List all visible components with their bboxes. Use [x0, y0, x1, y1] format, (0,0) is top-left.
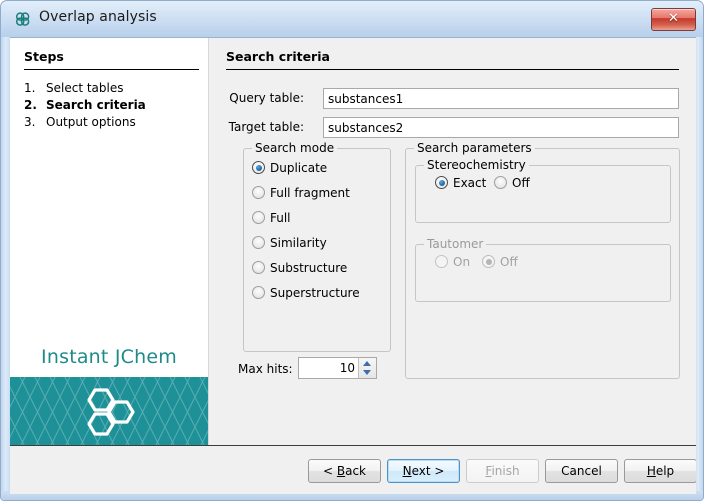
search-parameters-group: Search parameters Stereochemistry Exact … — [405, 148, 680, 379]
back-button[interactable]: < Back — [308, 459, 381, 483]
search-parameters-title: Search parameters — [414, 141, 535, 155]
steps-sidebar: Steps 1.Select tables 2.Search criteria … — [10, 38, 208, 445]
step-number: 1. — [24, 80, 46, 97]
radio-superstructure[interactable]: Superstructure — [252, 284, 360, 302]
steps-heading: Steps — [24, 49, 64, 64]
query-table-input[interactable] — [323, 88, 679, 109]
radio-indicator-icon — [435, 255, 448, 268]
radio-stereo-exact[interactable]: Exact — [435, 174, 486, 192]
radio-label: Superstructure — [270, 286, 360, 300]
step-number: 2. — [24, 97, 46, 114]
step-item-2[interactable]: 2.Search criteria — [24, 97, 204, 114]
stepper-down-icon[interactable] — [363, 370, 371, 375]
cancel-mnemonic: C — [561, 464, 569, 478]
stereochemistry-title: Stereochemistry — [424, 158, 529, 172]
search-criteria-panel: Search criteria Query table: Target tabl… — [209, 38, 696, 445]
back-post: ack — [345, 464, 366, 478]
radio-indicator-icon — [252, 286, 265, 299]
dialog-footer: < Back Next > Finish Cancel Help — [10, 446, 696, 494]
stepper-buttons[interactable] — [358, 358, 376, 378]
back-pre: < — [323, 464, 337, 478]
help-post: elp — [656, 464, 674, 478]
page-title: Search criteria — [226, 49, 330, 64]
target-table-input[interactable] — [323, 117, 679, 138]
title-bar[interactable]: Overlap analysis ✕ — [1, 1, 704, 37]
page-title-divider — [226, 69, 679, 70]
close-button[interactable]: ✕ — [651, 8, 696, 31]
radio-tautomer-off: Off — [482, 253, 518, 271]
brand-wordmark: Instant JChem — [10, 346, 208, 368]
radio-label: Full fragment — [270, 186, 350, 200]
radio-label: Off — [512, 176, 530, 190]
radio-label: Full — [270, 211, 291, 225]
radio-indicator-icon — [252, 211, 265, 224]
query-table-label: Query table: — [229, 91, 304, 105]
radio-tautomer-on: On — [435, 253, 470, 271]
brand-panel — [10, 377, 208, 445]
help-button[interactable]: Help — [624, 459, 696, 483]
radio-indicator-icon — [252, 186, 265, 199]
steps-list: 1.Select tables 2.Search criteria 3.Outp… — [24, 80, 204, 131]
radio-label: Exact — [453, 176, 486, 190]
tautomer-title: Tautomer — [424, 237, 486, 251]
hexagon-logo-icon — [79, 386, 139, 438]
next-mnemonic: N — [403, 464, 412, 478]
target-table-row: Target table: — [229, 117, 679, 138]
radio-indicator-icon — [252, 161, 265, 174]
radio-indicator-icon — [435, 176, 448, 189]
step-label: Select tables — [46, 81, 123, 95]
overlap-analysis-dialog: Overlap analysis ✕ Steps 1.Select tables… — [0, 0, 704, 501]
search-mode-group: Search mode Duplicate Full fragment Full… — [243, 148, 391, 352]
step-label: Search criteria — [46, 98, 146, 112]
close-icon: ✕ — [652, 9, 695, 29]
max-hits-input[interactable] — [299, 358, 359, 378]
radio-duplicate[interactable]: Duplicate — [252, 159, 327, 177]
radio-label: Substructure — [270, 261, 347, 275]
next-button[interactable]: Next > — [387, 459, 460, 483]
window-left-edge — [1, 37, 10, 501]
tautomer-group: Tautomer On Off — [415, 244, 671, 302]
radio-indicator-icon — [252, 261, 265, 274]
radio-full[interactable]: Full — [252, 209, 291, 227]
radio-indicator-icon — [494, 176, 507, 189]
radio-substructure[interactable]: Substructure — [252, 259, 347, 277]
help-mnemonic: H — [647, 464, 656, 478]
step-item-1[interactable]: 1.Select tables — [24, 80, 204, 97]
target-table-label: Target table: — [229, 120, 304, 134]
step-label: Output options — [46, 115, 136, 129]
step-number: 3. — [24, 114, 46, 131]
radio-indicator-icon — [482, 255, 495, 268]
stereochemistry-group: Stereochemistry Exact Off — [415, 165, 671, 223]
cancel-button[interactable]: Cancel — [545, 459, 618, 483]
dialog-client-area: Steps 1.Select tables 2.Search criteria … — [10, 37, 696, 494]
back-mnemonic: B — [337, 464, 345, 478]
molecule-icon — [14, 11, 31, 28]
search-mode-title: Search mode — [252, 141, 337, 155]
max-hits-label: Max hits: — [238, 362, 293, 376]
cancel-post: ancel — [570, 464, 602, 478]
max-hits-stepper[interactable] — [298, 357, 377, 379]
radio-label: Duplicate — [270, 161, 327, 175]
radio-label: Similarity — [270, 236, 327, 250]
finish-post: inish — [491, 464, 519, 478]
radio-full-fragment[interactable]: Full fragment — [252, 184, 350, 202]
finish-button: Finish — [466, 459, 539, 483]
stepper-up-icon[interactable] — [363, 361, 371, 366]
window-title: Overlap analysis — [39, 9, 157, 25]
radio-stereo-off[interactable]: Off — [494, 174, 530, 192]
next-post: ext > — [412, 464, 445, 478]
radio-label: Off — [500, 255, 518, 269]
steps-divider — [24, 69, 199, 70]
step-item-3[interactable]: 3.Output options — [24, 114, 204, 131]
radio-indicator-icon — [252, 236, 265, 249]
radio-similarity[interactable]: Similarity — [252, 234, 327, 252]
radio-label: On — [453, 255, 470, 269]
query-table-row: Query table: — [229, 88, 679, 109]
